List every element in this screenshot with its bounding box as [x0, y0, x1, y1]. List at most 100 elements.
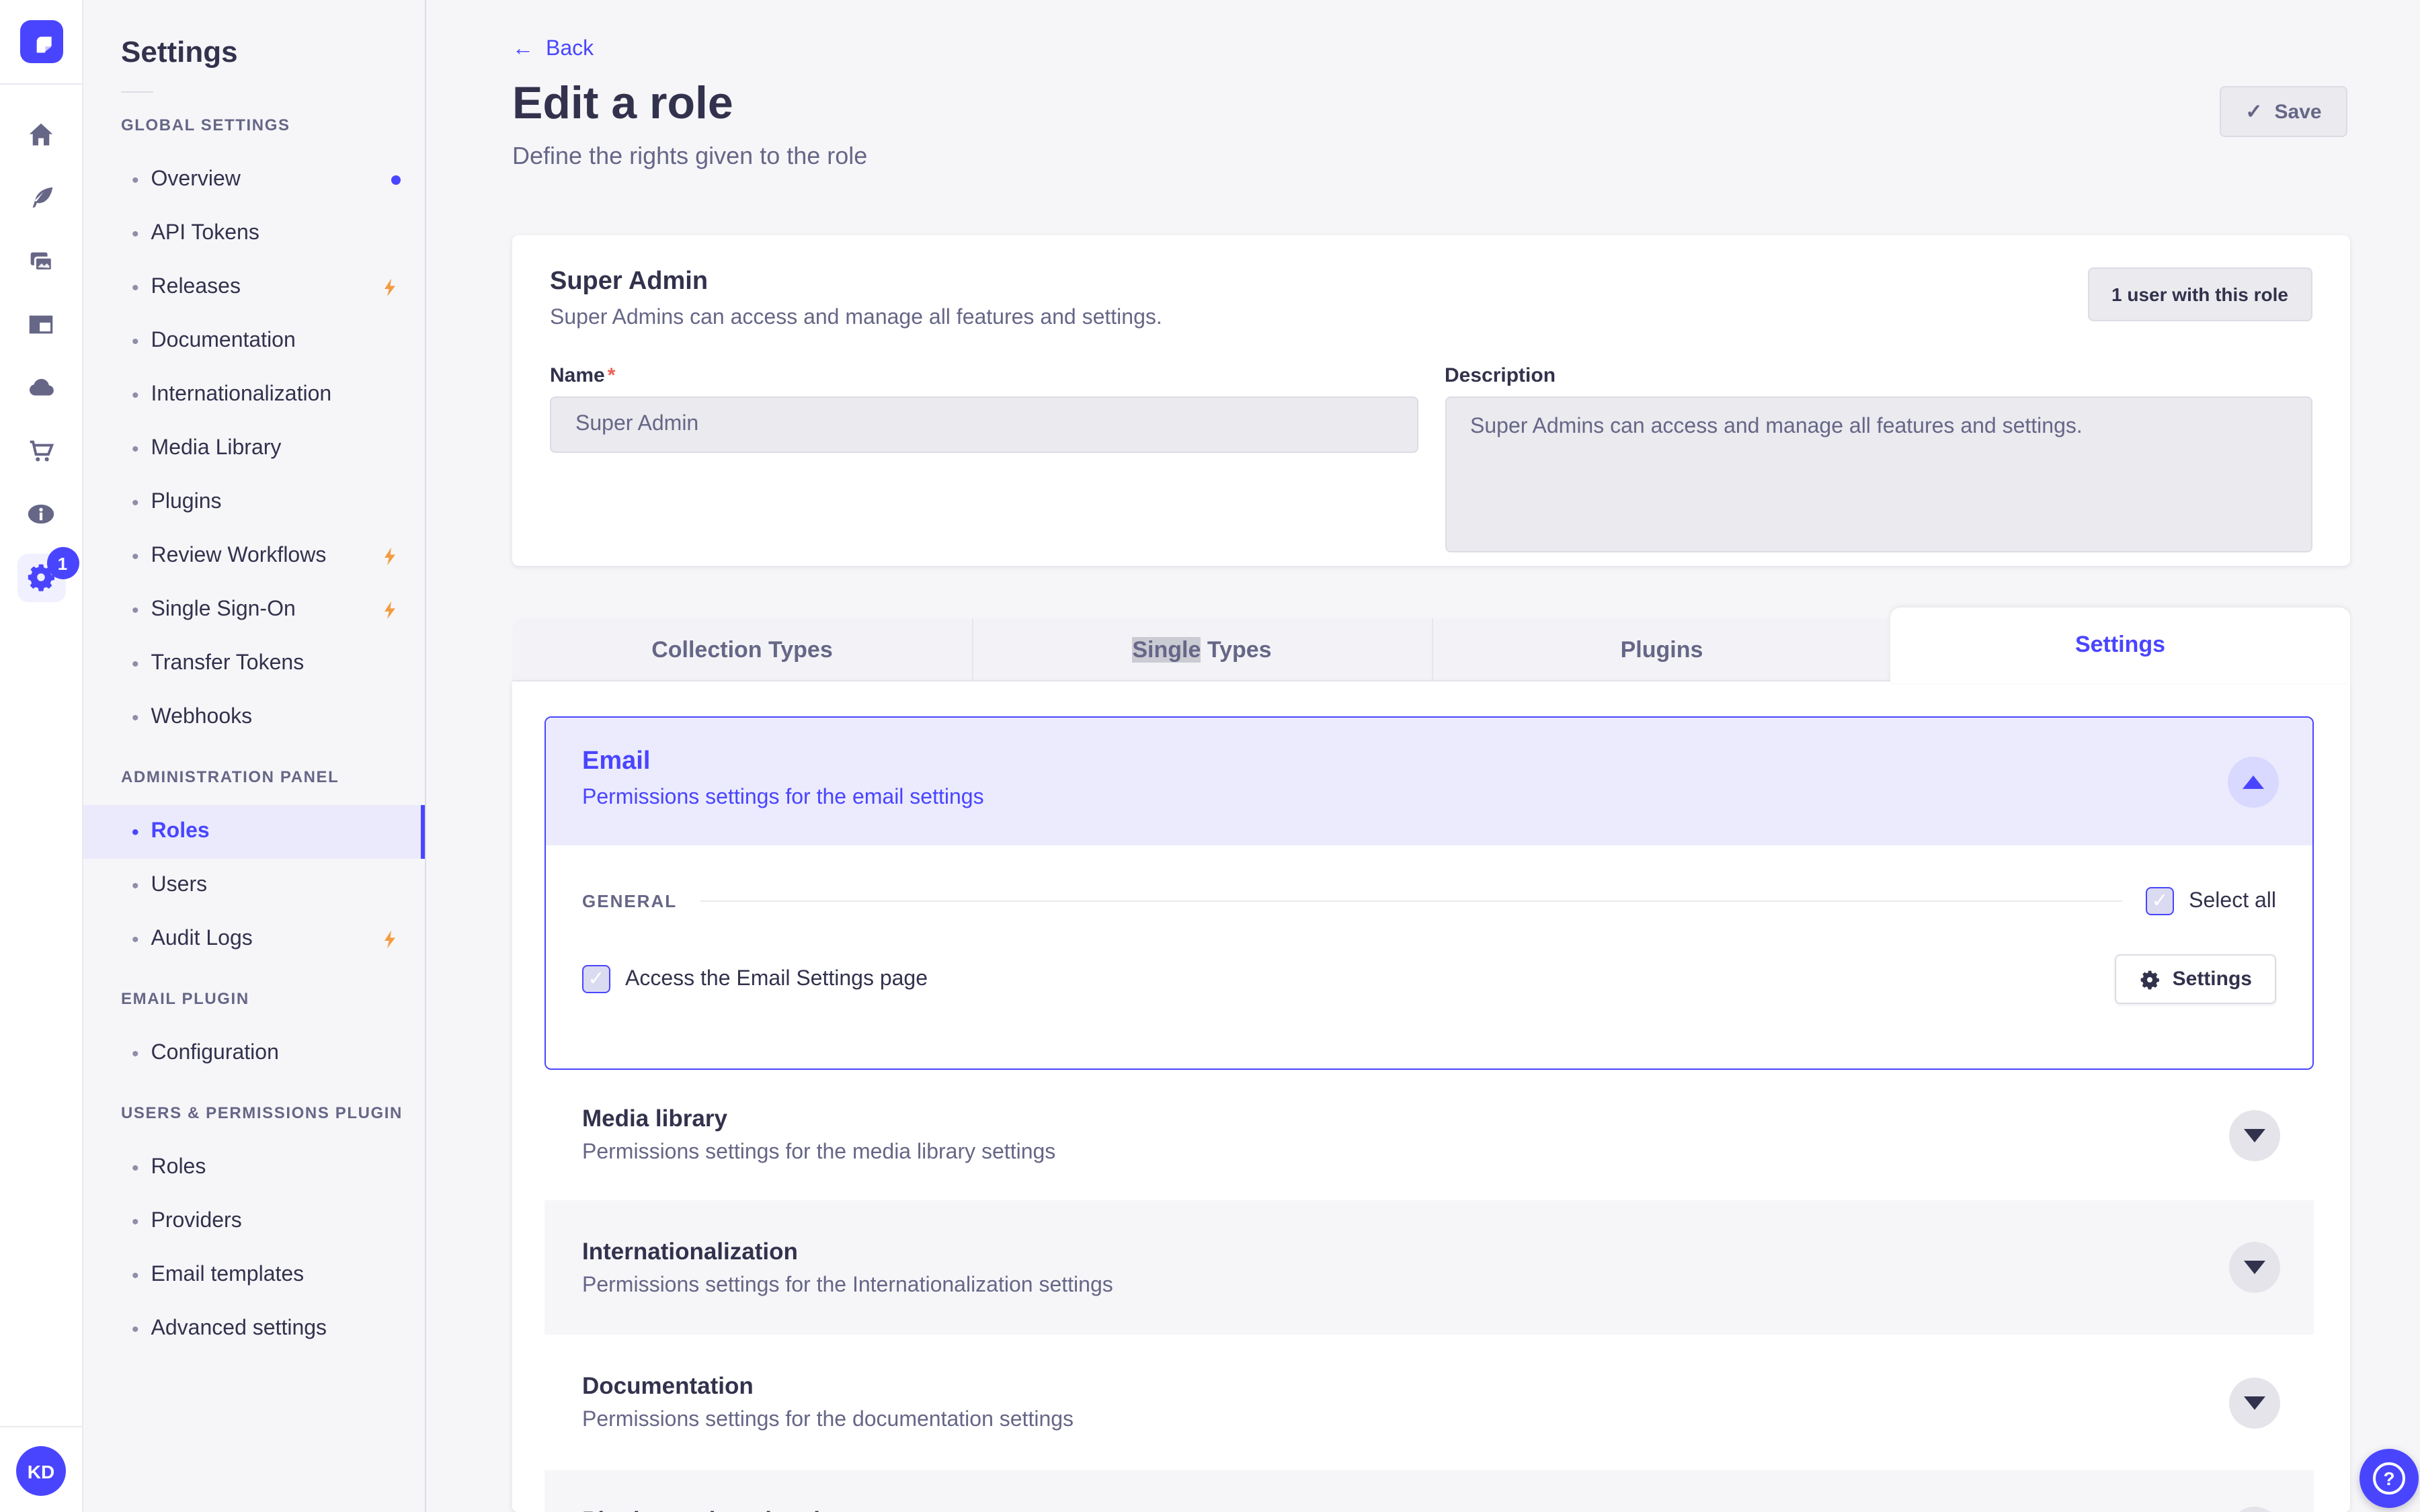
bullet-icon: •	[132, 169, 139, 192]
bullet-icon: •	[132, 1318, 139, 1341]
rail-bottom-divider	[0, 1426, 83, 1427]
sidebar-item-email-templates[interactable]: • Email templates	[83, 1249, 425, 1302]
email-permissions-accordion: Email Permissions settings for the email…	[544, 716, 2314, 1070]
bullet-icon: •	[132, 491, 139, 514]
section-users-permissions-plugin: USERS & PERMISSIONS PLUGIN	[121, 1103, 403, 1122]
content-type-builder-icon[interactable]	[10, 293, 72, 356]
chevron-up-icon	[2243, 775, 2264, 788]
email-accordion-body: GENERAL ✓ Select all ✓ Access the Email …	[546, 845, 2312, 1068]
home-icon[interactable]	[10, 103, 72, 167]
tab-settings[interactable]: Settings	[1890, 607, 2350, 683]
settings-rail-item[interactable]: 1	[10, 546, 79, 609]
check-icon: ✓	[2245, 101, 2263, 124]
sidebar-item-internationalization[interactable]: • Internationalization	[83, 368, 425, 422]
section-divider	[700, 900, 2124, 902]
back-label: Back	[546, 38, 594, 60]
select-all-checkbox[interactable]: ✓	[2146, 887, 2175, 915]
sidebar-item-users[interactable]: • Users	[83, 859, 425, 913]
settings-sidebar: Settings GLOBAL SETTINGS • Overview • AP…	[83, 0, 426, 1512]
lightning-icon	[379, 546, 401, 567]
tab-single-types[interactable]: Single Types	[972, 618, 1432, 681]
marketplace-icon[interactable]	[10, 419, 72, 482]
accordion-documentation[interactable]: Documentation Permissions settings for t…	[544, 1335, 2314, 1470]
sidebar-item-audit-logs[interactable]: • Audit Logs	[83, 913, 425, 966]
information-icon[interactable]	[10, 482, 72, 546]
bullet-icon: •	[132, 276, 139, 299]
tab-collection-types[interactable]: Collection Types	[512, 618, 972, 681]
lightning-icon	[379, 277, 401, 298]
lightning-icon	[379, 599, 401, 621]
users-with-role-button[interactable]: 1 user with this role	[2087, 267, 2312, 321]
sidebar-title-divider	[121, 91, 153, 93]
accordion-plugins-and-marketplace[interactable]: Plugins and marketplace	[544, 1470, 2314, 1512]
sidebar-item-transfer-tokens[interactable]: • Transfer Tokens	[83, 637, 425, 691]
selected-text-highlight: Single	[1132, 636, 1201, 662]
bullet-icon: •	[132, 874, 139, 897]
email-accordion-header[interactable]: Email Permissions settings for the email…	[546, 718, 2312, 845]
question-mark-icon: ?	[2373, 1462, 2405, 1495]
sidebar-item-review-workflows[interactable]: • Review Workflows	[83, 530, 425, 583]
collapse-button[interactable]	[2228, 756, 2279, 807]
required-asterisk: *	[607, 364, 616, 387]
save-button[interactable]: ✓ Save	[2220, 86, 2347, 137]
section-email-plugin: EMAIL PLUGIN	[121, 989, 249, 1008]
expand-button[interactable]	[2229, 1242, 2280, 1293]
bullet-icon: •	[132, 222, 139, 245]
sidebar-item-providers[interactable]: • Providers	[83, 1195, 425, 1249]
bullet-icon: •	[132, 545, 139, 568]
sidebar-item-overview[interactable]: • Overview	[83, 153, 425, 207]
chevron-down-icon	[2244, 1128, 2265, 1142]
expand-button[interactable]	[2229, 1507, 2280, 1512]
icon-rail: 1 KD	[0, 0, 83, 1512]
sidebar-item-releases[interactable]: • Releases	[83, 261, 425, 314]
sidebar-item-api-tokens[interactable]: • API Tokens	[83, 207, 425, 261]
bullet-icon: •	[132, 706, 139, 729]
content-manager-icon[interactable]	[10, 167, 72, 230]
access-email-settings-checkbox[interactable]: ✓	[582, 965, 610, 993]
media-library-icon[interactable]	[10, 230, 72, 293]
sidebar-item-up-roles[interactable]: • Roles	[83, 1141, 425, 1195]
user-avatar[interactable]: KD	[16, 1446, 66, 1496]
chevron-down-icon	[2244, 1261, 2265, 1274]
sidebar-item-media-library[interactable]: • Media Library	[83, 422, 425, 476]
bullet-icon: •	[132, 599, 139, 622]
expand-button[interactable]	[2229, 1377, 2280, 1428]
email-accordion-title: Email	[582, 747, 651, 775]
bullet-icon: •	[132, 437, 139, 460]
email-accordion-subtitle: Permissions settings for the email setti…	[582, 786, 984, 809]
notification-badge: 1	[46, 547, 79, 579]
sidebar-title: Settings	[121, 35, 238, 69]
accordion-internationalization[interactable]: Internationalization Permissions setting…	[544, 1200, 2314, 1335]
bullet-icon: •	[132, 1042, 139, 1065]
accordion-media-library[interactable]: Media library Permissions settings for t…	[544, 1070, 2314, 1200]
description-textarea[interactable]: Super Admins can access and manage all f…	[1445, 396, 2312, 552]
strapi-logo[interactable]	[19, 20, 63, 63]
access-email-settings-label: Access the Email Settings page	[625, 967, 928, 990]
sidebar-item-documentation[interactable]: • Documentation	[83, 314, 425, 368]
sidebar-item-advanced-settings[interactable]: • Advanced settings	[83, 1302, 425, 1356]
permission-categories: Media library Permissions settings for t…	[544, 1070, 2314, 1512]
help-button[interactable]: ?	[2360, 1449, 2419, 1508]
strapi-logo-icon	[36, 36, 51, 53]
bullet-icon: •	[132, 928, 139, 951]
sidebar-item-single-sign-on[interactable]: • Single Sign-On	[83, 583, 425, 637]
email-settings-button[interactable]: Settings	[2114, 954, 2276, 1004]
sidebar-item-webhooks[interactable]: • Webhooks	[83, 691, 425, 745]
sidebar-item-configuration[interactable]: • Configuration	[83, 1027, 425, 1081]
page-subtitle: Define the rights given to the role	[512, 142, 868, 169]
tab-plugins[interactable]: Plugins	[1432, 618, 1892, 681]
permissions-tabpanel: Collection Types Single Types Plugins Se…	[512, 607, 2350, 1512]
chevron-down-icon	[2244, 1396, 2265, 1409]
name-input[interactable]: Super Admin	[550, 396, 1418, 453]
back-arrow-icon: ←	[512, 38, 534, 60]
lightning-icon	[379, 929, 401, 950]
select-all-label: Select all	[2189, 889, 2276, 912]
bullet-icon: •	[132, 384, 139, 407]
bullet-icon: •	[132, 330, 139, 353]
sidebar-item-roles[interactable]: • Roles	[83, 805, 425, 859]
section-administration-panel: ADMINISTRATION PANEL	[121, 767, 339, 786]
cloud-icon[interactable]	[10, 356, 72, 419]
back-link[interactable]: ← Back	[512, 38, 594, 62]
expand-button[interactable]	[2229, 1109, 2280, 1161]
sidebar-item-plugins[interactable]: • Plugins	[83, 476, 425, 530]
